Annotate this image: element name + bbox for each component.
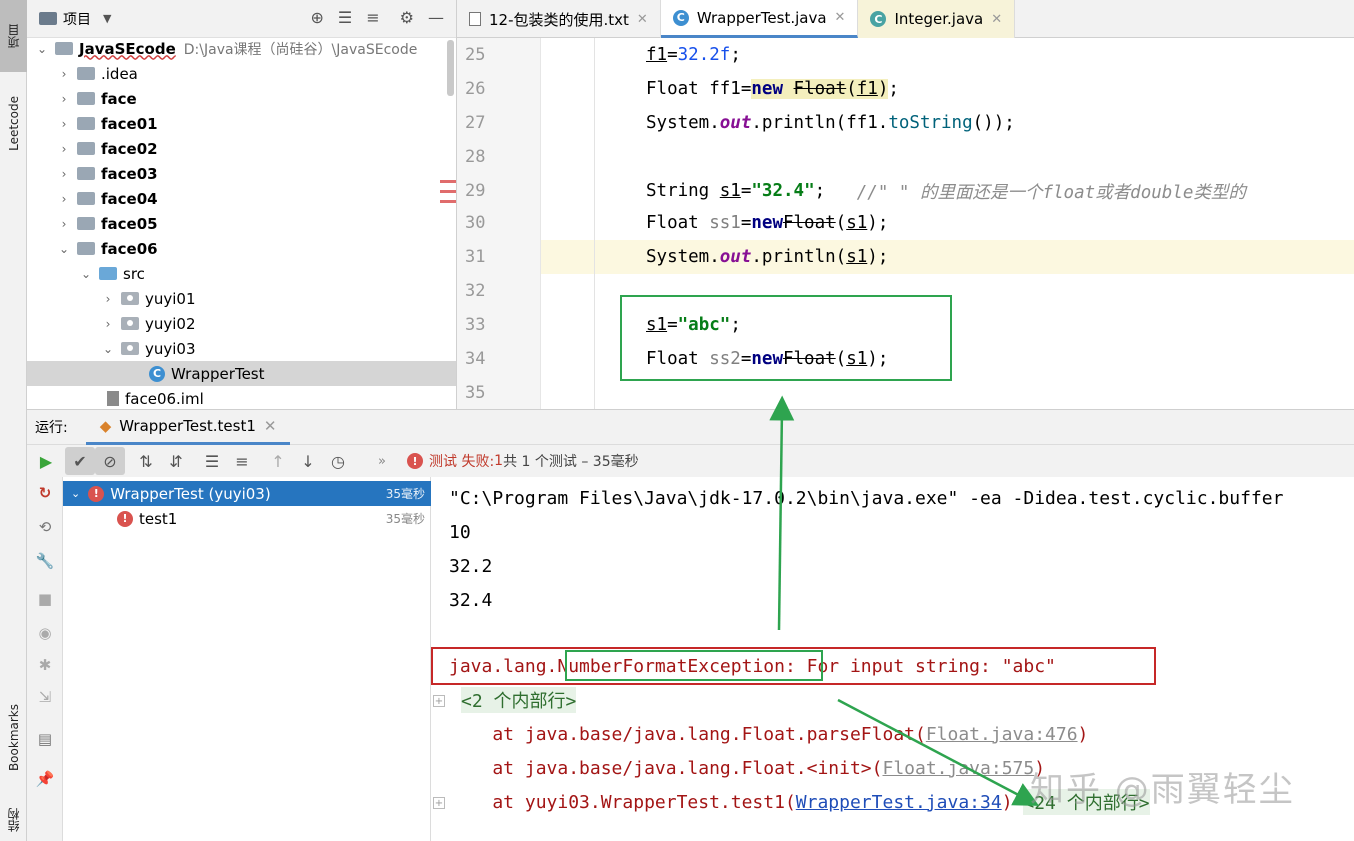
arrow-up-annotation <box>769 395 795 631</box>
arrow-down-annotation <box>837 698 1040 806</box>
ide-window: 项目 Leetcode Bookmarks 结构 项目 ▼ ⊕ ☰ ≡ ⚙ — … <box>0 0 1354 841</box>
annotation-arrows <box>769 395 1040 806</box>
watermark: 知乎 @雨翼轻尘 <box>1030 770 1295 810</box>
